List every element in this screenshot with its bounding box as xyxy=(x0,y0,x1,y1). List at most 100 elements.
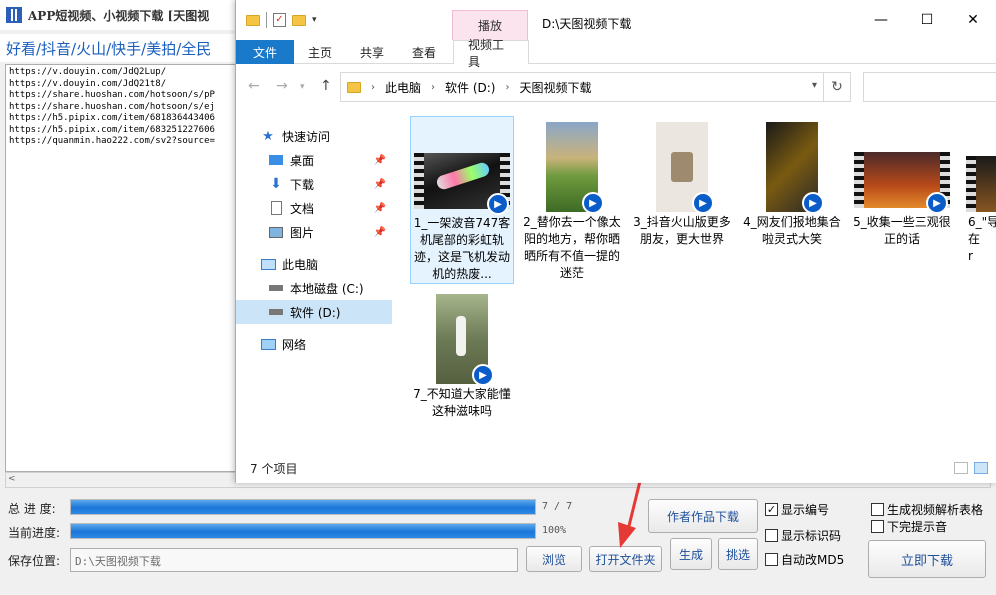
tab-home[interactable]: 主页 xyxy=(294,40,346,64)
up-arrow-icon[interactable]: ↑ xyxy=(320,78,332,94)
video-file-tile[interactable]: 6_"导 在 r xyxy=(960,116,996,284)
refresh-icon[interactable]: ↻ xyxy=(823,72,851,102)
tab-share[interactable]: 共享 xyxy=(346,40,398,64)
video-file-tile[interactable]: ▶ 1_一架波音747客机尾部的彩虹轨迹，这是飞机发动机的热废... xyxy=(410,116,514,284)
tab-file[interactable]: 文件 xyxy=(236,40,294,64)
recent-dropdown-icon[interactable]: ▾ xyxy=(300,82,305,92)
nav-drive-c[interactable]: 本地磁盘 (C:) xyxy=(236,276,392,300)
video-player-icon: ▶ xyxy=(692,192,714,214)
address-bar[interactable]: › 此电脑 › 软件 (D:) › 天图视频下载 ▾ xyxy=(340,72,824,102)
video-player-icon: ▶ xyxy=(926,192,948,214)
browse-button[interactable]: 浏览 xyxy=(526,546,582,572)
show-number-label: 显示编号 xyxy=(781,503,830,517)
file-name: 5_收集一些三观很正的话 xyxy=(853,215,951,246)
details-view-icon[interactable] xyxy=(954,462,968,474)
nav-label: 快速访问 xyxy=(282,129,331,144)
current-progress-label: 当前进度: xyxy=(8,526,61,540)
auto-md5-checkbox[interactable]: 自动改MD5 xyxy=(765,551,844,568)
folder-icon xyxy=(347,81,361,93)
chevron-right-icon: › xyxy=(505,81,510,93)
nav-this-pc[interactable]: 此电脑 xyxy=(236,252,392,276)
scroll-left-arrow-icon[interactable]: < xyxy=(8,474,16,484)
pick-button[interactable]: 挑选 xyxy=(718,538,758,570)
navigation-pane: ★ 快速访问 桌面 📌 ⬇ 下载 📌 文档 📌 图片 📌 此电脑 本地磁盘 (C:) 软件 … xyxy=(236,112,392,452)
url-line: https://share.huoshan.com/hotsoon/s/ej xyxy=(9,101,215,112)
star-icon: ★ xyxy=(262,128,274,144)
nav-network[interactable]: 网络 xyxy=(236,332,392,356)
app-logo-icon xyxy=(6,7,22,23)
download-now-button[interactable]: 立即下载 xyxy=(868,540,986,578)
window-controls: — ☐ ✕ xyxy=(858,0,996,40)
current-progress-fill xyxy=(71,524,535,538)
back-arrow-icon[interactable]: ← xyxy=(248,78,260,94)
breadcrumb-drive-d[interactable]: 软件 (D:) xyxy=(445,79,495,96)
nav-quick-access[interactable]: ★ 快速访问 xyxy=(236,124,392,148)
maximize-icon[interactable]: ☐ xyxy=(904,0,950,40)
file-list: ▶ 1_一架波音747客机尾部的彩虹轨迹，这是飞机发动机的热废... ▶ 2_替… xyxy=(406,112,996,452)
nav-label: 此电脑 xyxy=(282,257,319,272)
tab-video-tools[interactable]: 视频工具 xyxy=(453,38,530,69)
breadcrumb-folder[interactable]: 天图视频下载 xyxy=(519,79,591,96)
file-name: 2_替你去一个像太阳的地方，帮你晒晒所有不值一提的迷茫 xyxy=(523,215,621,280)
drive-icon xyxy=(268,305,284,319)
breadcrumb-this-pc[interactable]: 此电脑 xyxy=(385,79,421,96)
platform-list: 好看/抖音/火山/快手/美拍/全民 xyxy=(0,34,240,62)
video-thumbnail xyxy=(966,156,996,212)
pictures-icon xyxy=(268,225,284,239)
nav-desktop[interactable]: 桌面 📌 xyxy=(236,148,392,172)
tab-view[interactable]: 查看 xyxy=(398,40,450,64)
customize-dropdown-icon[interactable]: ▾ xyxy=(312,15,317,25)
new-folder-icon[interactable] xyxy=(292,14,306,26)
save-path-field[interactable]: D:\天图视频下载 xyxy=(70,548,518,572)
computer-icon xyxy=(260,257,276,271)
large-icons-view-icon[interactable] xyxy=(974,462,988,474)
pin-icon[interactable]: 📌 xyxy=(374,155,386,166)
video-player-icon: ▶ xyxy=(802,192,824,214)
show-mark-label: 显示标识码 xyxy=(781,529,842,543)
video-file-tile[interactable]: ▶ 3_抖音火山版更多朋友，更大世界 xyxy=(630,116,734,284)
file-explorer-window: ✓ ▾ 播放 D:\天图视频下载 — ☐ ✕ 文件 主页 共享 查看 视频工具 … xyxy=(235,0,996,483)
total-progress-fill xyxy=(71,500,535,514)
video-file-tile[interactable]: ▶ 5_收集一些三观很正的话 xyxy=(850,116,954,284)
pin-icon[interactable]: 📌 xyxy=(374,203,386,214)
pin-icon[interactable]: 📌 xyxy=(374,179,386,190)
search-input[interactable] xyxy=(863,72,996,102)
nav-pictures[interactable]: 图片 📌 xyxy=(236,220,392,244)
nav-drive-d[interactable]: 软件 (D:) xyxy=(236,300,392,324)
video-file-tile[interactable]: ▶ 4_网友们报地集合啦灵式大笑 xyxy=(740,116,844,284)
nav-downloads[interactable]: ⬇ 下载 📌 xyxy=(236,172,392,196)
done-sound-label: 下完提示音 xyxy=(887,520,948,534)
minimize-icon[interactable]: — xyxy=(858,0,904,40)
current-progress-text: 100% xyxy=(542,525,567,536)
forward-arrow-icon[interactable]: → xyxy=(276,78,288,94)
pin-icon[interactable]: 📌 xyxy=(374,227,386,238)
author-works-download-button[interactable]: 作者作品下载 xyxy=(648,499,758,533)
generate-button[interactable]: 生成 xyxy=(670,538,712,570)
url-line: https://v.douyin.com/JdQ2Lup/ xyxy=(9,67,167,77)
video-file-tile[interactable]: ▶ 7_不知道大家能懂这种滋味吗 xyxy=(410,288,514,456)
open-folder-button[interactable]: 打开文件夹 xyxy=(589,546,662,572)
app-titlebar: APP短视频、小视频下载 [天图视 xyxy=(0,0,240,30)
video-file-tile[interactable]: ▶ 2_替你去一个像太阳的地方，帮你晒晒所有不值一提的迷茫 xyxy=(520,116,624,284)
file-name: 7_不知道大家能懂这种滋味吗 xyxy=(413,387,511,418)
download-arrow-icon: ⬇ xyxy=(270,176,282,192)
close-icon[interactable]: ✕ xyxy=(950,0,996,40)
url-input-area[interactable]: https://v.douyin.com/JdQ2Lup/ https://v.… xyxy=(5,64,245,472)
nav-documents[interactable]: 文档 📌 xyxy=(236,196,392,220)
checkbox-empty-icon xyxy=(765,553,778,566)
properties-icon[interactable]: ✓ xyxy=(273,13,286,27)
show-mark-checkbox[interactable]: 显示标识码 xyxy=(765,527,841,544)
nav-label: 下载 xyxy=(290,177,315,192)
navigation-bar: ← → ▾ ↑ › 此电脑 › 软件 (D:) › 天图视频下载 ▾ ↻ xyxy=(236,70,996,104)
save-location-label: 保存位置: xyxy=(8,554,61,568)
nav-label: 文档 xyxy=(290,201,315,216)
network-icon xyxy=(260,337,276,351)
current-progress-bar xyxy=(70,523,536,539)
window-title-path: D:\天图视频下载 xyxy=(542,17,632,31)
folder-icon xyxy=(246,14,260,26)
chevron-down-icon[interactable]: ▾ xyxy=(812,80,817,91)
gen-table-checkbox[interactable]: 生成视频解析表格 xyxy=(871,501,983,518)
checkmark-icon: ✓ xyxy=(765,503,778,516)
show-number-checkbox[interactable]: ✓ 显示编号 xyxy=(765,501,829,518)
done-sound-checkbox[interactable]: 下完提示音 xyxy=(871,518,947,535)
